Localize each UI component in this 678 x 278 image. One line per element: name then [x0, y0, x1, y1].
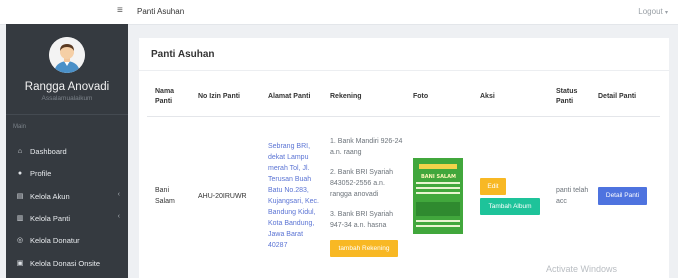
- sidebar-section-label: Main: [13, 124, 27, 130]
- cell-foto: BANI SALAM: [405, 117, 472, 276]
- column-header-nama-panti: Nama Panti: [147, 78, 190, 117]
- rekening-entry: 2. Bank BRI Syariah 843052-2556 a.n. ran…: [330, 168, 394, 198]
- rekening-entry: 3. Bank BRI Syariah 947-34 a.n. hasna: [330, 210, 394, 229]
- column-header-aksi: Aksi: [472, 78, 548, 117]
- user-greeting: Assalamualaikum: [41, 95, 93, 102]
- detail-panti-button[interactable]: Detail Panti: [598, 187, 647, 205]
- top-navbar: ≡ Panti Asuhan Logout ▾: [0, 0, 678, 25]
- id-card-icon: ▤: [16, 193, 24, 200]
- column-header-detail: Detail Panti: [590, 78, 660, 117]
- donation-icon: ▣: [16, 260, 24, 267]
- sidebar-item-kelola-donasi-onsite[interactable]: ▣ Kelola Donasi Onsite: [6, 255, 128, 271]
- avatar: [49, 37, 85, 73]
- building-icon: ▥: [16, 215, 24, 222]
- panti-photo[interactable]: BANI SALAM: [413, 158, 463, 234]
- edit-button[interactable]: Edit: [480, 177, 506, 195]
- table-row: Bani Salam AHU-20IRUWR Sebrang BRI, deka…: [147, 117, 660, 276]
- column-header-rekening: Rekening: [322, 78, 405, 117]
- sidebar-divider: [6, 114, 128, 115]
- sidebar-item-label: Kelola Donatur: [30, 236, 80, 245]
- sidebar-item-profile[interactable]: ● Profile: [6, 165, 128, 181]
- column-header-status: Status Panti: [548, 78, 590, 117]
- cell-status: panti telah acc: [556, 187, 589, 205]
- tambah-rekening-button[interactable]: tambah Rekening: [330, 239, 398, 257]
- cell-no-izin: AHU-20IRUWR: [198, 192, 247, 200]
- chevron-left-icon: ‹: [117, 191, 120, 198]
- sidebar-item-kelola-akun[interactable]: ▤ Kelola Akun ‹: [6, 188, 128, 204]
- panti-asuhan-card: Panti Asuhan Nama Panti No Izin Panti Al…: [139, 38, 669, 278]
- handshake-icon: ◎: [16, 237, 24, 244]
- cell-aksi: Edit Tambah Album: [472, 117, 548, 276]
- column-header-foto: Foto: [405, 78, 472, 117]
- sidebar-item-kelola-panti[interactable]: ▥ Kelola Panti ‹: [6, 210, 128, 226]
- column-header-no-izin: No Izin Panti: [190, 78, 260, 117]
- cell-alamat: Sebrang BRI, dekat Lampu merah Tol, Jl. …: [268, 143, 319, 249]
- cell-nama-panti: Bani Salam: [155, 187, 175, 205]
- panti-table: Nama Panti No Izin Panti Alamat Panti Re…: [147, 78, 660, 275]
- logout-label: Logout: [638, 7, 663, 16]
- hamburger-menu-icon[interactable]: ≡: [117, 5, 123, 16]
- chevron-left-icon: ‹: [117, 213, 120, 220]
- sidebar-item-kelola-donatur[interactable]: ◎ Kelola Donatur: [6, 232, 128, 248]
- cell-rekening: 1. Bank Mandiri 926-24 a.n. raang 2. Ban…: [322, 117, 405, 276]
- user-icon: ●: [17, 169, 23, 177]
- sidebar-item-label: Kelola Akun: [30, 192, 70, 201]
- rekening-entry: 1. Bank Mandiri 926-24 a.n. raang: [330, 137, 403, 156]
- sidebar: Rangga Anovadi Assalamualaikum Main ⌂ Da…: [6, 24, 128, 278]
- activate-windows-watermark: Activate Windows: [546, 264, 618, 274]
- sidebar-item-label: Kelola Panti: [30, 214, 71, 223]
- logout-dropdown[interactable]: Logout ▾: [638, 7, 668, 16]
- card-title: Panti Asuhan: [151, 49, 215, 60]
- chevron-down-icon: ▾: [664, 10, 668, 16]
- sidebar-item-label: Profile: [30, 169, 52, 178]
- column-header-alamat: Alamat Panti: [260, 78, 322, 117]
- sidebar-item-dashboard[interactable]: ⌂ Dashboard: [6, 143, 128, 159]
- sidebar-item-label: Dashboard: [30, 147, 67, 156]
- sidebar-item-label: Kelola Donasi Onsite: [30, 259, 101, 268]
- user-name: Rangga Anovadi: [24, 81, 110, 93]
- tambah-album-button[interactable]: Tambah Album: [480, 197, 540, 215]
- card-divider: [139, 70, 669, 71]
- home-icon: ⌂: [17, 147, 23, 155]
- table-header-row: Nama Panti No Izin Panti Alamat Panti Re…: [147, 78, 660, 117]
- cell-detail: Detail Panti: [590, 117, 660, 276]
- topbar-page-title: Panti Asuhan: [137, 7, 185, 16]
